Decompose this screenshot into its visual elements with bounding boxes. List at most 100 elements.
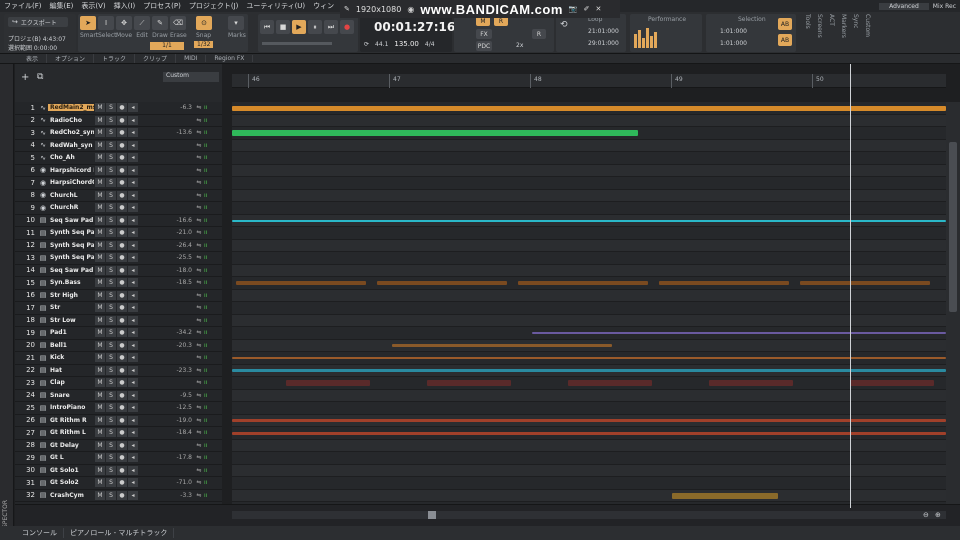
- track-name[interactable]: RedMain2_mst: [48, 104, 94, 112]
- track-name[interactable]: Str: [48, 304, 94, 311]
- track-volume[interactable]: -17.8: [138, 454, 194, 461]
- input-echo-icon[interactable]: ◂: [128, 465, 138, 475]
- arm-button[interactable]: ●: [117, 215, 127, 225]
- track-name[interactable]: Kick: [48, 354, 94, 361]
- solo-button[interactable]: S: [106, 490, 116, 500]
- track-lane[interactable]: [232, 314, 946, 327]
- time-display[interactable]: 00:01:27:16: [374, 20, 455, 34]
- solo-button[interactable]: S: [106, 340, 116, 350]
- track-pan-icon[interactable]: ⇋: [194, 367, 204, 374]
- solo-button[interactable]: S: [106, 378, 116, 388]
- track-lane[interactable]: [232, 389, 946, 402]
- tab-markers[interactable]: Markers: [840, 14, 847, 50]
- input-echo-icon[interactable]: ◂: [128, 403, 138, 413]
- track-name[interactable]: HarpsiChordCe: [48, 179, 94, 186]
- arm-button[interactable]: ●: [117, 303, 127, 313]
- track-row[interactable]: 11 ▤Synth Seq Pad:MS●◂-21.0⇋ıı: [15, 227, 222, 240]
- arm-button[interactable]: ●: [117, 115, 127, 125]
- track-volume[interactable]: -26.4: [138, 242, 194, 249]
- solo-button[interactable]: S: [106, 153, 116, 163]
- input-echo-icon[interactable]: ◂: [128, 440, 138, 450]
- solo-button[interactable]: S: [106, 328, 116, 338]
- edit-icon[interactable]: ✐: [584, 5, 590, 13]
- solo-button[interactable]: S: [106, 365, 116, 375]
- input-echo-icon[interactable]: ◂: [128, 128, 138, 138]
- ab2-button[interactable]: AB: [778, 34, 792, 46]
- track-pan-icon[interactable]: ⇋: [194, 179, 204, 186]
- track-row[interactable]: 19 ▤ Pad1 M S ● ◂ -34.2 ⇋ ıı: [15, 327, 222, 340]
- track-pan-icon[interactable]: ⇋: [194, 254, 204, 261]
- input-echo-button[interactable]: R: [532, 29, 546, 39]
- track-row[interactable]: 25 ▤ IntroPiano M S ● ◂ -12.5 ⇋ ıı: [15, 402, 222, 415]
- track-pan-icon[interactable]: ⇋: [194, 342, 204, 349]
- menu-file[interactable]: ファイル(F): [0, 1, 46, 11]
- arm-button[interactable]: ●: [117, 265, 127, 275]
- track-volume[interactable]: -71.0: [138, 479, 194, 486]
- mute-button[interactable]: M: [95, 228, 105, 238]
- track-row[interactable]: 18 ▤ Str Low M S ● ◂ ⇋ ıı: [15, 315, 222, 327]
- mute-button[interactable]: M: [95, 478, 105, 488]
- track-row[interactable]: 22 ▤ Hat M S ● ◂ -23.3 ⇋ ıı: [15, 365, 222, 377]
- track-name[interactable]: Str Low: [48, 317, 94, 324]
- solo-button[interactable]: S: [106, 465, 116, 475]
- mute-button[interactable]: M: [95, 340, 105, 350]
- track-row[interactable]: 8 ◉ ChurchL M S ● ◂ ⇋ ıı: [15, 190, 222, 202]
- track-volume[interactable]: -9.5: [138, 392, 194, 399]
- track-lane[interactable]: [232, 189, 946, 202]
- solo-button[interactable]: S: [106, 403, 116, 413]
- vscroll-thumb[interactable]: [949, 142, 957, 312]
- track-row[interactable]: 15 ▤ Syn.Bass M S ● ◂ -18.5 ⇋ ıı: [15, 277, 222, 290]
- tab-custom[interactable]: Custom: [864, 14, 871, 50]
- input-echo-icon[interactable]: ◂: [128, 190, 138, 200]
- track-pan-icon[interactable]: ⇋: [194, 442, 204, 449]
- mute-button[interactable]: M: [95, 453, 105, 463]
- track-row[interactable]: 3 ∿ RedCho2_synL M S ● ◂ -13.6 ⇋ ıı: [15, 127, 222, 140]
- arm-button[interactable]: ●: [117, 103, 127, 113]
- arm-button[interactable]: ●: [117, 453, 127, 463]
- input-echo-icon[interactable]: ◂: [128, 240, 138, 250]
- mute-button[interactable]: M: [95, 290, 105, 300]
- clip[interactable]: [236, 281, 366, 286]
- camera-icon[interactable]: 📷: [569, 5, 578, 13]
- clip[interactable]: [232, 431, 946, 435]
- clip[interactable]: [232, 219, 946, 222]
- clip[interactable]: [568, 380, 652, 387]
- arm-button[interactable]: ●: [117, 178, 127, 188]
- loop-end[interactable]: 29:01:000: [588, 40, 619, 47]
- track-pan-icon[interactable]: ⇋: [194, 467, 204, 474]
- track-lane[interactable]: [232, 402, 946, 415]
- track-pan-icon[interactable]: ⇋: [194, 454, 204, 461]
- arm-button[interactable]: ●: [117, 478, 127, 488]
- play-icon[interactable]: ▶: [292, 20, 306, 34]
- input-echo-icon[interactable]: ◂: [128, 178, 138, 188]
- solo-button[interactable]: S: [106, 253, 116, 263]
- arm-button[interactable]: ●: [117, 440, 127, 450]
- mute-button[interactable]: M: [95, 153, 105, 163]
- sync-icon[interactable]: ⟳: [364, 41, 369, 48]
- record-icon[interactable]: ●: [340, 20, 354, 34]
- input-echo-icon[interactable]: ◂: [128, 265, 138, 275]
- tab-screens[interactable]: Screens: [816, 14, 823, 50]
- input-echo-icon[interactable]: ◂: [128, 415, 138, 425]
- track-pan-icon[interactable]: ⇋: [194, 354, 204, 361]
- track-volume[interactable]: -13.6: [138, 129, 194, 136]
- track-pan-icon[interactable]: ⇋: [194, 304, 204, 311]
- input-echo-icon[interactable]: ◂: [128, 315, 138, 325]
- track-name[interactable]: RadioCho: [48, 117, 94, 124]
- mute-button[interactable]: M: [95, 240, 105, 250]
- add-track-icon[interactable]: +: [21, 72, 29, 83]
- track-pan-icon[interactable]: ⇋: [194, 104, 204, 111]
- track-lane[interactable]: [232, 227, 946, 240]
- mute-button[interactable]: M: [95, 215, 105, 225]
- track-pan-icon[interactable]: ⇋: [194, 492, 204, 499]
- menu-midi[interactable]: MIDI: [176, 55, 207, 62]
- clip[interactable]: [232, 357, 946, 360]
- select-tool-icon[interactable]: I: [98, 16, 114, 30]
- pdc-button[interactable]: PDC: [476, 41, 492, 51]
- track-pan-icon[interactable]: ⇋: [194, 204, 204, 211]
- track-name[interactable]: ChurchL: [48, 192, 94, 199]
- meter-value[interactable]: 4/4: [425, 41, 435, 48]
- track-name[interactable]: ChurchR: [48, 204, 94, 211]
- clip[interactable]: [427, 380, 511, 387]
- track-name[interactable]: Hat: [48, 367, 94, 374]
